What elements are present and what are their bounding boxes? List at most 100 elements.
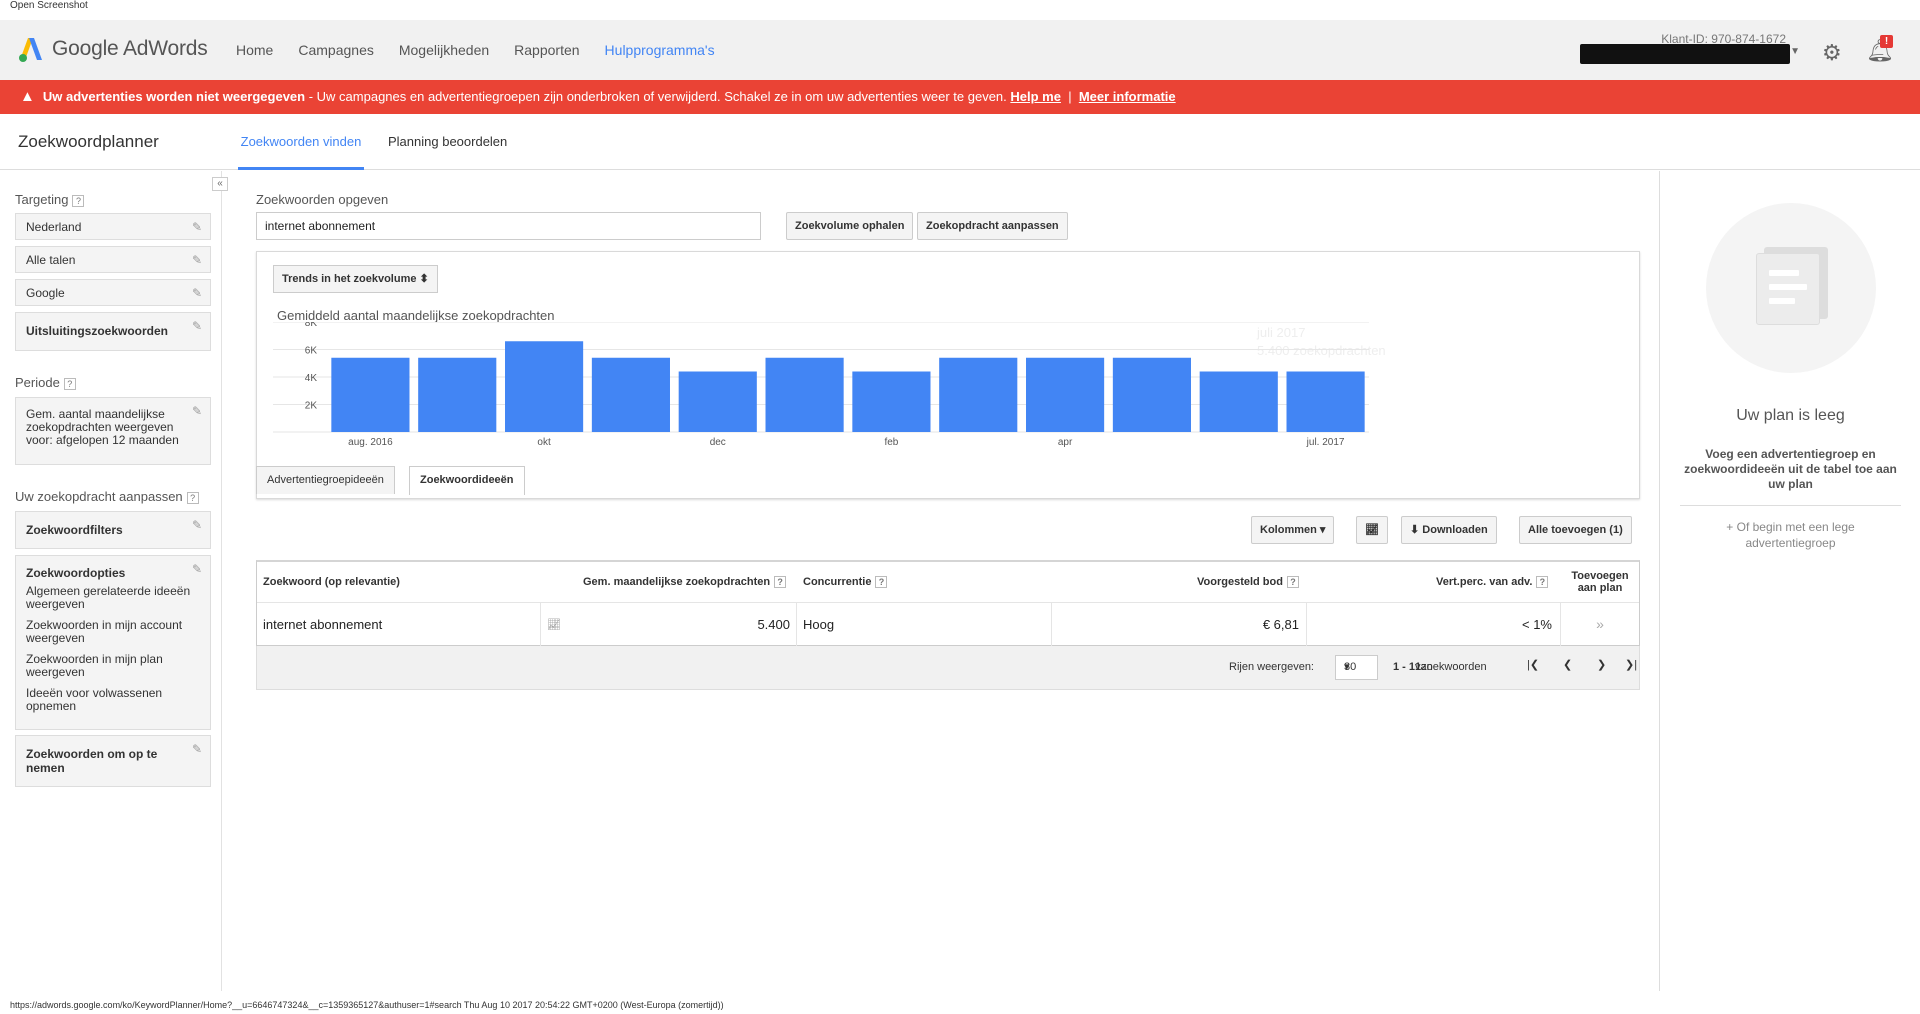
pencil-icon[interactable]: ✎ xyxy=(192,319,202,333)
main-content: Zoekwoorden opgeven internet abonnement … xyxy=(222,171,1659,991)
targeting-language[interactable]: Alle talen ✎ xyxy=(15,246,211,273)
competition-cell: Hoog xyxy=(803,616,835,632)
nav-opportunities[interactable]: Mogelijkheden xyxy=(399,42,489,58)
tab-find-keywords[interactable]: Zoekwoorden vinden xyxy=(238,134,364,170)
keyword-options[interactable]: Zoekwoordopties ✎ Algemeen gerelateerde … xyxy=(15,555,211,730)
tab-review-plan[interactable]: Planning beoordelen xyxy=(388,134,507,170)
help-icon[interactable]: ? xyxy=(72,194,85,207)
bar-apr xyxy=(1026,357,1105,432)
add-to-plan-button[interactable]: » xyxy=(1561,602,1639,646)
bar-jul--2017 xyxy=(1286,371,1365,432)
y-tick-label: 4K xyxy=(305,373,318,384)
rows-label: Rijen weergeven: xyxy=(1229,661,1314,673)
status-bar-url: https://adwords.google.com/ko/KeywordPla… xyxy=(10,1000,724,1010)
document-icon xyxy=(1756,253,1820,325)
get-search-volume-button[interactable]: Zoekvolume ophalen xyxy=(786,212,914,240)
bar-jun xyxy=(1199,371,1278,432)
nav-campaigns[interactable]: Campagnes xyxy=(298,42,374,58)
keyword-filters[interactable]: Zoekwoordfilters ✎ xyxy=(15,511,211,549)
new-adgroup-link[interactable]: + Of begin met een lege advertentiegroep xyxy=(1680,519,1901,551)
y-tick-label: 8K xyxy=(305,322,318,329)
plan-empty-title: Uw plan is leeg xyxy=(1736,407,1845,424)
targeting-title-label: Targeting xyxy=(15,192,69,207)
help-icon[interactable]: ? xyxy=(1286,576,1299,588)
keywords-to-include[interactable]: Zoekwoorden om op te nemen ✎ xyxy=(15,735,211,787)
keyword-options-title: Zoekwoordopties xyxy=(26,566,126,580)
help-icon[interactable]: ? xyxy=(186,491,199,504)
download-button[interactable]: ⬇ Downloaden xyxy=(1401,516,1497,544)
modify-search-button[interactable]: Zoekopdracht aanpassen xyxy=(917,212,1068,240)
help-icon[interactable]: ? xyxy=(875,576,888,588)
add-all-button[interactable]: Alle toevoegen (1) xyxy=(1519,516,1632,544)
caret-down-icon: ▾ xyxy=(1319,524,1326,536)
more-info-link[interactable]: Meer informatie xyxy=(1079,89,1176,104)
x-tick-label: apr xyxy=(1058,437,1073,448)
left-sidebar: « Targeting? Nederland ✎ Alle talen ✎ Goog… xyxy=(0,171,228,991)
pencil-icon[interactable]: ✎ xyxy=(192,286,202,300)
trend-selector-label: Trends in het zoekvolume xyxy=(282,273,417,285)
gear-icon[interactable]: ⚙ xyxy=(1822,40,1842,66)
bar-feb xyxy=(852,371,931,432)
bid-cell: € 6,81 xyxy=(1262,616,1299,632)
trend-icon[interactable]: 📈︎ xyxy=(547,602,561,646)
next-page-icon[interactable]: ❯ xyxy=(1597,658,1606,671)
targeting-title: Targeting? xyxy=(15,192,85,207)
nav-tools[interactable]: Hulpprogramma's xyxy=(605,42,715,58)
col-competition[interactable]: Concurrentie? xyxy=(803,562,888,602)
targeting-negative-keywords[interactable]: Uitsluitingszoekwoorden ✎ xyxy=(15,312,211,351)
rows-per-page-select[interactable]: 30 ▾ xyxy=(1335,655,1378,680)
top-navigation-bar: Google AdWords Home Campagnes Mogelijkhe… xyxy=(0,20,1920,80)
last-page-icon[interactable]: ❯| xyxy=(1625,658,1637,671)
nav-home[interactable]: Home xyxy=(236,42,273,58)
searches-cell: 5.400 xyxy=(757,616,790,632)
alert-text: - Uw campagnes en advertentiegroepen zij… xyxy=(305,89,1011,104)
keyword-table: Zoekwoord (op relevantie) Gem. maandelij… xyxy=(256,560,1640,646)
option-in-plan: Zoekwoorden in mijn plan weergeven xyxy=(26,652,163,679)
pencil-icon[interactable]: ✎ xyxy=(192,518,202,532)
pencil-icon[interactable]: ✎ xyxy=(192,253,202,267)
targeting-location[interactable]: Nederland ✎ xyxy=(15,213,211,240)
nav-reports[interactable]: Rapporten xyxy=(514,42,579,58)
period-box[interactable]: Gem. aantal maandelijkse zoekopdrachten … xyxy=(15,397,211,465)
help-icon[interactable]: ? xyxy=(63,377,76,390)
range-bold: 1 - 1 xyxy=(1393,661,1416,673)
option-related-ideas: Algemeen gerelateerde ideeën weergeven xyxy=(26,584,191,611)
pencil-icon[interactable]: ✎ xyxy=(192,742,202,756)
col-keyword[interactable]: Zoekwoord (op relevantie) xyxy=(263,562,400,602)
help-icon[interactable]: ? xyxy=(1536,576,1549,588)
help-me-link[interactable]: Help me xyxy=(1010,89,1061,104)
col-suggested-bid[interactable]: Voorgesteld bod? xyxy=(1197,562,1299,602)
first-page-icon[interactable]: |❮ xyxy=(1527,658,1539,671)
up-down-icon: ⬍ xyxy=(419,273,429,285)
adwords-logo[interactable]: Google AdWords xyxy=(16,34,208,64)
plan-panel: Uw plan is leeg Voeg een advertentiegroe… xyxy=(1659,171,1920,991)
pencil-icon[interactable]: ✎ xyxy=(192,220,202,234)
bar-okt xyxy=(505,341,584,432)
prev-page-icon[interactable]: ❮ xyxy=(1563,658,1572,671)
targeting-network[interactable]: Google ✎ xyxy=(15,279,211,306)
columns-button[interactable]: Kolommen ▾ xyxy=(1251,516,1335,544)
col-divider xyxy=(1306,602,1307,646)
bar-jan xyxy=(765,357,844,432)
pencil-icon[interactable]: ✎ xyxy=(192,404,202,418)
keywords-to-include-label: Zoekwoorden om op te nemen xyxy=(26,747,158,775)
keyword-input[interactable]: internet abonnement xyxy=(256,212,761,240)
col-ad-impression-share[interactable]: Vert.perc. van adv.? xyxy=(1436,562,1549,602)
account-selector[interactable]: Klant-ID: 970-874-1672 ▼ xyxy=(1580,32,1800,68)
adjust-title: Uw zoekopdracht aanpassen? xyxy=(15,489,199,504)
col-ad-impression-share-label: Vert.perc. van adv. xyxy=(1436,576,1533,588)
plan-divider xyxy=(1680,505,1901,506)
chart-toggle-button[interactable]: 📈︎ xyxy=(1356,516,1388,544)
period-title: Periode? xyxy=(15,375,76,390)
help-icon[interactable]: ? xyxy=(774,576,787,588)
negative-keywords-label: Uitsluitingszoekwoorden xyxy=(26,324,169,338)
col-divider xyxy=(540,602,541,646)
main-nav: Home Campagnes Mogelijkheden Rapporten H… xyxy=(236,42,740,58)
tab-keyword-ideas[interactable]: Zoekwoordideeën xyxy=(409,466,525,495)
tab-adgroup-ideas[interactable]: Advertentiegroepideeën xyxy=(256,466,395,494)
trend-selector[interactable]: Trends in het zoekvolume ⬍ xyxy=(273,265,438,293)
caret-down-icon: ▾ xyxy=(1344,661,1350,673)
pencil-icon[interactable]: ✎ xyxy=(192,562,202,576)
warning-icon: ▲ xyxy=(20,88,35,105)
col-avg-monthly-searches[interactable]: Gem. maandelijkse zoekopdrachten? xyxy=(583,562,787,602)
